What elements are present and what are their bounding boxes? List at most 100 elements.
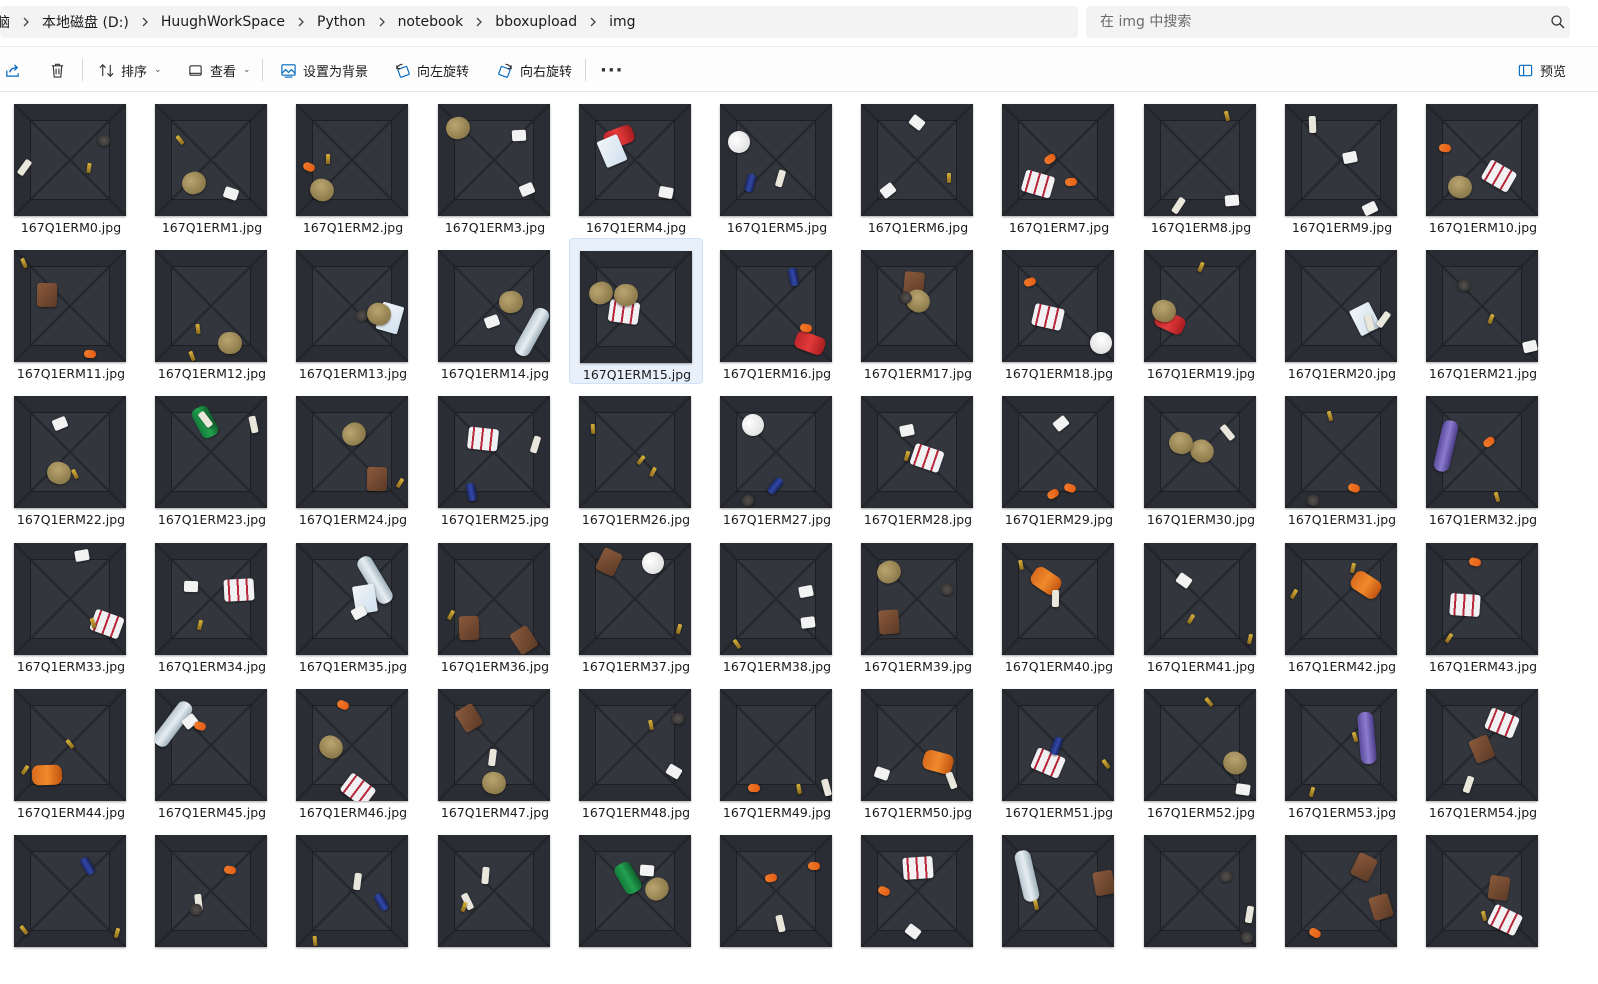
file-item[interactable]: 167Q1ERM28.jpg — [851, 384, 985, 530]
file-thumbnail[interactable] — [1144, 104, 1256, 216]
file-thumbnail[interactable] — [720, 104, 832, 216]
file-item[interactable]: 167Q1ERM22.jpg — [4, 384, 138, 530]
file-item[interactable]: 167Q1ERM30.jpg — [1134, 384, 1268, 530]
file-item-partial[interactable] — [1416, 823, 1550, 969]
file-thumbnail[interactable] — [14, 250, 126, 362]
file-thumbnail[interactable] — [1426, 689, 1538, 801]
file-thumbnail[interactable] — [1144, 689, 1256, 801]
file-thumbnail[interactable] — [296, 104, 408, 216]
file-thumbnail[interactable] — [438, 689, 550, 801]
file-item[interactable]: 167Q1ERM49.jpg — [710, 677, 844, 823]
file-thumbnail[interactable] — [1285, 835, 1397, 947]
file-item-partial[interactable] — [992, 823, 1126, 969]
breadcrumb-item-img[interactable]: img — [603, 14, 641, 30]
file-item[interactable]: 167Q1ERM52.jpg — [1134, 677, 1268, 823]
file-thumbnail[interactable] — [861, 835, 973, 947]
file-item[interactable]: 167Q1ERM19.jpg — [1134, 238, 1268, 384]
file-item[interactable]: 167Q1ERM50.jpg — [851, 677, 985, 823]
file-thumbnail[interactable] — [1426, 250, 1538, 362]
file-thumbnail[interactable] — [1285, 543, 1397, 655]
file-item[interactable]: 167Q1ERM41.jpg — [1134, 531, 1268, 677]
file-thumbnail[interactable] — [155, 543, 267, 655]
file-thumbnail[interactable] — [155, 689, 267, 801]
file-item-partial[interactable] — [710, 823, 844, 969]
file-item[interactable]: 167Q1ERM3.jpg — [428, 92, 562, 238]
chevron-right-icon[interactable] — [469, 17, 489, 27]
file-thumbnail[interactable] — [579, 396, 691, 508]
file-thumbnail[interactable] — [1002, 835, 1114, 947]
file-thumbnail[interactable] — [1285, 104, 1397, 216]
file-item[interactable]: 167Q1ERM5.jpg — [710, 92, 844, 238]
share-button[interactable] — [4, 47, 21, 93]
breadcrumb-item-python[interactable]: Python — [311, 14, 372, 30]
file-item-partial[interactable] — [286, 823, 420, 969]
file-item[interactable]: 167Q1ERM29.jpg — [992, 384, 1126, 530]
file-item[interactable]: 167Q1ERM15.jpg — [569, 238, 703, 384]
file-item[interactable]: 167Q1ERM23.jpg — [145, 384, 279, 530]
file-thumbnail[interactable] — [14, 835, 126, 947]
file-item[interactable]: 167Q1ERM48.jpg — [569, 677, 703, 823]
set-as-background-button[interactable]: 设置为背景 — [280, 47, 368, 93]
preview-pane-button[interactable]: 预览 — [1517, 47, 1566, 93]
file-item[interactable]: 167Q1ERM34.jpg — [145, 531, 279, 677]
file-item[interactable]: 167Q1ERM46.jpg — [286, 677, 420, 823]
file-item[interactable]: 167Q1ERM20.jpg — [1275, 238, 1409, 384]
sort-button[interactable]: 排序 ⌄ — [98, 47, 162, 93]
file-item[interactable]: 167Q1ERM33.jpg — [4, 531, 138, 677]
file-item[interactable]: 167Q1ERM37.jpg — [569, 531, 703, 677]
file-thumbnail[interactable] — [438, 543, 550, 655]
chevron-right-icon[interactable] — [583, 17, 603, 27]
file-thumbnail[interactable] — [1002, 104, 1114, 216]
file-item[interactable]: 167Q1ERM44.jpg — [4, 677, 138, 823]
file-item[interactable]: 167Q1ERM2.jpg — [286, 92, 420, 238]
file-item[interactable]: 167Q1ERM43.jpg — [1416, 531, 1550, 677]
file-item[interactable]: 167Q1ERM13.jpg — [286, 238, 420, 384]
file-item[interactable]: 167Q1ERM0.jpg — [4, 92, 138, 238]
file-thumbnail[interactable] — [1144, 396, 1256, 508]
file-thumbnail[interactable] — [438, 104, 550, 216]
file-thumbnail[interactable] — [720, 689, 832, 801]
file-thumbnail[interactable] — [1002, 543, 1114, 655]
file-thumbnail[interactable] — [1144, 543, 1256, 655]
delete-button[interactable] — [49, 47, 66, 93]
more-options-button[interactable]: ··· — [600, 47, 624, 93]
view-button[interactable]: 查看 ⌄ — [187, 47, 251, 93]
file-thumbnail[interactable] — [155, 835, 267, 947]
file-item-partial[interactable] — [1134, 823, 1268, 969]
file-item[interactable]: 167Q1ERM11.jpg — [4, 238, 138, 384]
file-thumbnail[interactable] — [296, 689, 408, 801]
file-item[interactable]: 167Q1ERM25.jpg — [428, 384, 562, 530]
chevron-right-icon[interactable] — [372, 17, 392, 27]
file-item-partial[interactable] — [145, 823, 279, 969]
file-item[interactable]: 167Q1ERM54.jpg — [1416, 677, 1550, 823]
file-thumbnail[interactable] — [579, 689, 691, 801]
file-thumbnail[interactable] — [14, 689, 126, 801]
file-item-partial[interactable] — [851, 823, 985, 969]
file-item[interactable]: 167Q1ERM16.jpg — [710, 238, 844, 384]
search-box[interactable] — [1086, 6, 1570, 38]
breadcrumb-item-this-pc[interactable]: 脑 — [0, 12, 16, 32]
file-item[interactable]: 167Q1ERM53.jpg — [1275, 677, 1409, 823]
file-thumbnail[interactable] — [720, 835, 832, 947]
file-thumbnail[interactable] — [579, 543, 691, 655]
file-thumbnail[interactable] — [579, 835, 691, 947]
file-thumbnail[interactable] — [1426, 396, 1538, 508]
file-item[interactable]: 167Q1ERM26.jpg — [569, 384, 703, 530]
file-thumbnail[interactable] — [1002, 689, 1114, 801]
file-item[interactable]: 167Q1ERM21.jpg — [1416, 238, 1550, 384]
file-thumbnail[interactable] — [1144, 250, 1256, 362]
search-input[interactable] — [1086, 7, 1526, 37]
file-item[interactable]: 167Q1ERM32.jpg — [1416, 384, 1550, 530]
file-thumbnail[interactable] — [861, 104, 973, 216]
file-item[interactable]: 167Q1ERM38.jpg — [710, 531, 844, 677]
breadcrumb-item-bboxupload[interactable]: bboxupload — [489, 14, 583, 30]
file-item[interactable]: 167Q1ERM27.jpg — [710, 384, 844, 530]
file-item[interactable]: 167Q1ERM17.jpg — [851, 238, 985, 384]
breadcrumb-item-drive-d[interactable]: 本地磁盘 (D:) — [36, 12, 135, 32]
file-thumbnail[interactable] — [438, 396, 550, 508]
file-thumbnail[interactable] — [14, 396, 126, 508]
file-item[interactable]: 167Q1ERM40.jpg — [992, 531, 1126, 677]
file-thumbnail[interactable] — [579, 104, 691, 216]
file-thumbnail[interactable] — [720, 396, 832, 508]
file-thumbnail[interactable] — [720, 250, 832, 362]
